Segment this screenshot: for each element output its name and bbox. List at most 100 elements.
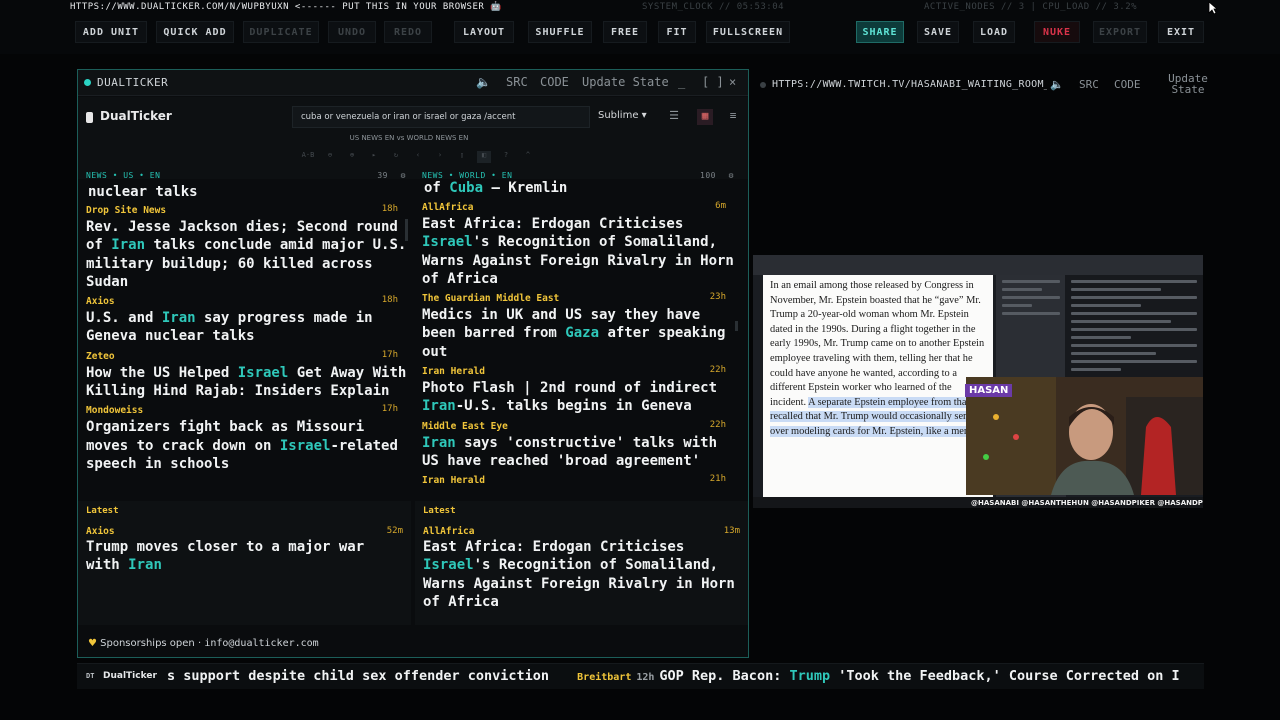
help-icon[interactable]: ? bbox=[499, 151, 513, 163]
streamer-badge: HASAN bbox=[965, 384, 1013, 397]
list-item[interactable]: Iran Herald 22h Photo Flash | 2nd round … bbox=[422, 365, 740, 416]
shuffle-button[interactable]: SHUFFLE bbox=[528, 21, 592, 43]
refresh-icon[interactable]: ↻ bbox=[389, 151, 403, 163]
latest-us[interactable]: Latest Axios 52m Trump moves closer to a… bbox=[78, 501, 411, 625]
news-ticker: DT DualTicker s support despite child se… bbox=[77, 663, 1204, 689]
ticker-text[interactable]: s support despite child sex offender con… bbox=[167, 668, 1180, 684]
speaker-icon[interactable]: 🔈 bbox=[476, 75, 491, 89]
save-button[interactable]: SAVE bbox=[917, 21, 959, 43]
split-icon[interactable]: ◧ bbox=[477, 151, 491, 163]
headline: Rev. Jesse Jackson dies; Second round of… bbox=[86, 219, 407, 290]
list-item[interactable]: Drop Site News 18h Rev. Jesse Jackson di… bbox=[86, 204, 412, 291]
search-input[interactable]: cuba or venezuela or iran or israel or g… bbox=[292, 106, 590, 128]
source-name: Zeteo bbox=[86, 350, 115, 362]
latest-world[interactable]: Latest AllAfrica 13m East Africa: Erdoga… bbox=[415, 501, 748, 625]
latest-row: Latest Axios 52m Trump moves closer to a… bbox=[78, 501, 748, 625]
layout-button[interactable]: LAYOUT bbox=[454, 21, 514, 43]
system-clock: SYSTEM_CLOCK // 05:53:04 bbox=[642, 2, 785, 12]
list-item[interactable]: Mondoweiss 17h Organizers fight back as … bbox=[86, 404, 412, 473]
world-news-column: NEWS • WORLD • EN 100 ⚙ of Cuba — Kremli… bbox=[422, 171, 740, 501]
source-name: Iran Herald bbox=[422, 475, 485, 487]
src-button[interactable]: SRC bbox=[1079, 78, 1099, 91]
sponsor-email-link[interactable]: info@dualticker.com bbox=[204, 638, 318, 649]
list-item[interactable]: AllAfrica 6m East Africa: Erdogan Critic… bbox=[422, 201, 740, 288]
social-handles: @HASANABI @HASANTHEHUN @HASANDPIKER @HAS… bbox=[971, 499, 1203, 507]
font-size-icon[interactable]: A·B bbox=[301, 151, 315, 163]
list-item[interactable]: Iran Herald 21h bbox=[422, 474, 740, 488]
undo-button[interactable]: UNDO bbox=[328, 21, 376, 43]
play-icon[interactable]: ▸ bbox=[367, 151, 381, 163]
headline: Trump moves closer to a major war with I… bbox=[86, 539, 365, 574]
top-strip: HTTPS://WWW.DUALTICKER.COM/N/WUPBYUXN <-… bbox=[0, 0, 1280, 15]
dualticker-unit-panel: DUALTICKER 🔈 SRC CODE Update State _ [ ]… bbox=[77, 69, 749, 658]
headline: Organizers fight back as Missouri moves … bbox=[86, 419, 398, 472]
forward-icon[interactable]: › bbox=[433, 151, 447, 163]
update-state-button[interactable]: Update State bbox=[582, 75, 669, 89]
fullscreen-button[interactable]: FULLSCREEN bbox=[706, 21, 790, 43]
list-item[interactable]: Axios 18h U.S. and Iran say progress mad… bbox=[86, 295, 412, 346]
filter-icon[interactable]: ☰ bbox=[666, 109, 682, 125]
stream-video[interactable]: In an email among those released by Cong… bbox=[753, 255, 1203, 508]
list-item[interactable]: Zeteo 17h How the US Helped Israel Get A… bbox=[86, 350, 412, 401]
grid-icon[interactable]: ▦ bbox=[697, 109, 713, 125]
headline: East Africa: Erdogan Criticises Israel's… bbox=[422, 216, 734, 287]
list-item[interactable]: Middle East Eye 22h Iran says 'construct… bbox=[422, 420, 740, 471]
ticker-source: Breitbart bbox=[577, 672, 632, 683]
speaker-icon[interactable]: 🔈 bbox=[1050, 78, 1064, 91]
add-unit-button[interactable]: ADD UNIT bbox=[75, 21, 147, 43]
nuke-button[interactable]: NUKE bbox=[1034, 21, 1080, 43]
video-browser-bar bbox=[753, 255, 1203, 275]
source-name: Drop Site News bbox=[86, 205, 167, 216]
update-state-button[interactable]: Update State bbox=[1168, 73, 1208, 95]
item-age: 18h bbox=[381, 204, 398, 214]
comparison-label: US NEWS EN vs WORLD NEWS EN bbox=[349, 134, 469, 142]
item-age: 13m bbox=[723, 526, 740, 536]
code-button[interactable]: CODE bbox=[540, 75, 569, 89]
list-item[interactable]: The Guardian Middle East 23h Medics in U… bbox=[422, 292, 740, 361]
fit-button[interactable]: FIT bbox=[658, 21, 696, 43]
mini-toolbar: A·B ⊖ ⊕ ▸ ↻ ‹ › ▯ ◧ ? ^ bbox=[283, 151, 553, 165]
zoom-out-icon[interactable]: ⊖ bbox=[323, 151, 337, 163]
feed-list: of Cuba — Kremlin AllAfrica 6m East Afri… bbox=[422, 179, 740, 492]
load-button[interactable]: LOAD bbox=[973, 21, 1015, 43]
item-age: 52m bbox=[386, 526, 403, 536]
headline: East Africa: Erdogan Criticises Israel's… bbox=[423, 539, 735, 610]
item-age: 17h bbox=[381, 404, 398, 415]
main-toolbar: ADD UNIT QUICK ADD DUPLICATE UNDO REDO L… bbox=[0, 14, 1280, 54]
source-name: Mondoweiss bbox=[86, 405, 144, 417]
item-count: 39 bbox=[377, 171, 388, 180]
headline: Photo Flash | 2nd round of indirect Iran… bbox=[422, 380, 718, 415]
twitch-panel-title-bar[interactable]: HTTPS://WWW.TWITCH.TV/HASANABI_WAITING_R… bbox=[754, 70, 1208, 98]
src-button[interactable]: SRC bbox=[506, 75, 528, 89]
maximize-icon[interactable]: [ ] bbox=[702, 75, 724, 89]
back-icon[interactable]: ‹ bbox=[411, 151, 425, 163]
share-button[interactable]: SHARE bbox=[856, 21, 904, 43]
minimize-icon[interactable]: _ bbox=[678, 75, 685, 89]
headline: U.S. and Iran say progress made in Genev… bbox=[86, 310, 373, 345]
source-name: Axios bbox=[86, 296, 115, 308]
exit-button[interactable]: EXIT bbox=[1158, 21, 1204, 43]
duplicate-button[interactable]: DUPLICATE bbox=[243, 21, 319, 43]
export-button[interactable]: EXPORT bbox=[1093, 21, 1147, 43]
scrollbar[interactable] bbox=[405, 219, 408, 241]
item-age: 6m bbox=[715, 201, 726, 211]
menu-icon[interactable]: ≡ bbox=[725, 109, 741, 125]
source-name: Middle East Eye bbox=[422, 420, 508, 432]
zoom-in-icon[interactable]: ⊕ bbox=[345, 151, 359, 163]
free-button[interactable]: FREE bbox=[603, 21, 647, 43]
node-status: ACTIVE_NODES // 3 | CPU_LOAD // 3.2% bbox=[924, 2, 1138, 12]
quick-add-button[interactable]: QUICK ADD bbox=[156, 21, 234, 43]
up-icon[interactable]: ^ bbox=[521, 151, 535, 163]
panel-title-bar[interactable]: DUALTICKER 🔈 SRC CODE Update State _ [ ]… bbox=[78, 70, 748, 96]
gear-icon[interactable]: ⚙ bbox=[401, 171, 406, 180]
theme-select[interactable]: Sublime ▾ bbox=[598, 110, 647, 121]
latest-label: Latest bbox=[423, 506, 456, 516]
bookmark-icon[interactable]: ▯ bbox=[455, 151, 469, 163]
redo-button[interactable]: REDO bbox=[384, 21, 432, 43]
scrollbar[interactable] bbox=[735, 321, 738, 331]
source-name: Axios bbox=[86, 526, 115, 537]
headline: Medics in UK and US say they have been b… bbox=[422, 307, 726, 360]
code-button[interactable]: CODE bbox=[1114, 78, 1141, 91]
close-icon[interactable]: × bbox=[729, 75, 736, 89]
source-name: AllAfrica bbox=[422, 202, 474, 213]
